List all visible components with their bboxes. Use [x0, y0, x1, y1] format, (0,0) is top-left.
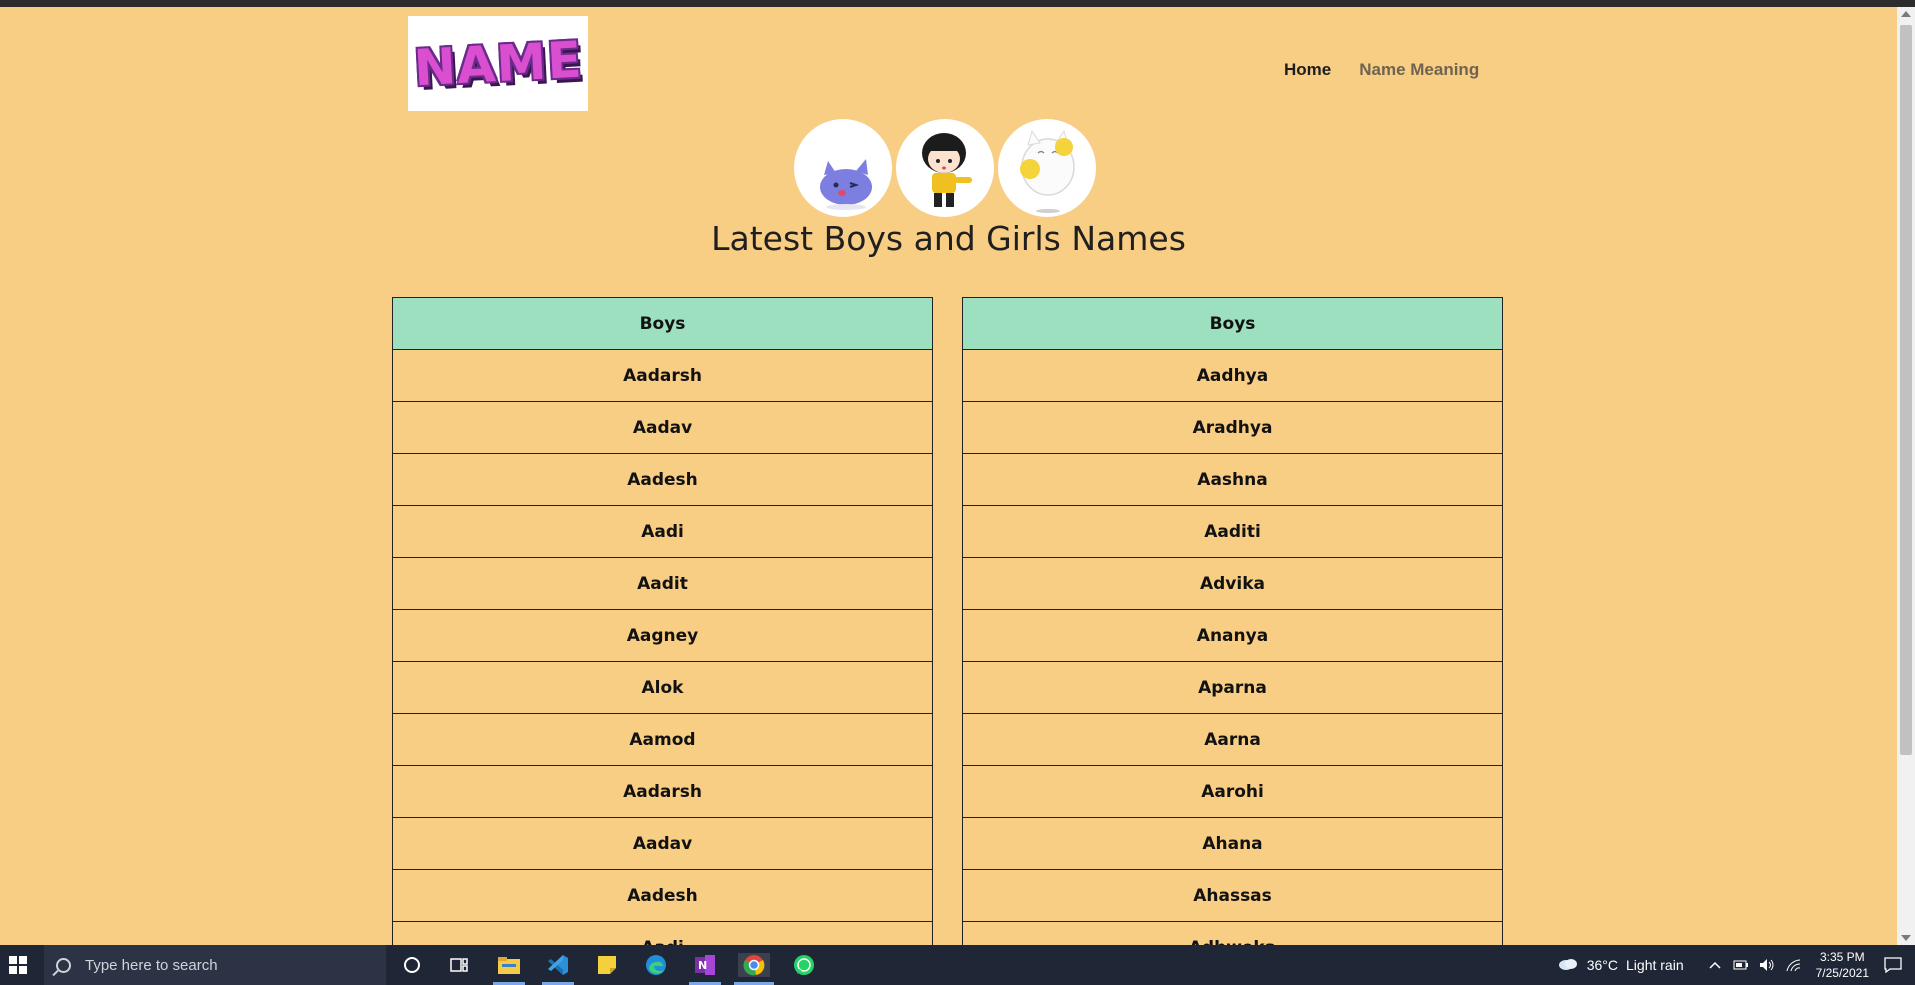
table-row: Advika: [962, 557, 1503, 610]
blue-cat-avatar: [794, 119, 892, 217]
table-row: Ananya: [962, 609, 1503, 662]
name-cell: Advika: [962, 557, 1503, 610]
name-cell: Aadi: [392, 505, 933, 558]
name-cell: Adhweka: [962, 921, 1503, 945]
onenote-icon[interactable]: N: [689, 953, 721, 985]
edge-icon[interactable]: [644, 953, 668, 977]
table-row: Aashna: [962, 453, 1503, 506]
nav-home-link[interactable]: Home: [1270, 52, 1345, 88]
windows-start-icon[interactable]: [0, 945, 36, 985]
name-cell: Aadesh: [392, 869, 933, 922]
table-row: Aadav: [392, 401, 933, 454]
clock-date: 7/25/2021: [1815, 966, 1869, 980]
name-cell: Aarna: [962, 713, 1503, 766]
table-row: Aradhya: [962, 401, 1503, 454]
page-title: Latest Boys and Girls Names: [711, 219, 1186, 258]
vscode-icon[interactable]: [542, 953, 574, 985]
table-row: Aadesh: [392, 453, 933, 506]
boys-names-table: Boys Aadarsh Aadav Aadesh Aadi Aadit Aag…: [392, 297, 933, 945]
name-cell: Aadarsh: [392, 349, 933, 402]
battery-icon[interactable]: [1733, 957, 1749, 973]
notification-center-icon[interactable]: [1883, 955, 1903, 975]
windows-taskbar: Type here to search N 36°C Light rain 3:…: [0, 945, 1915, 985]
name-cell: Ahana: [962, 817, 1503, 870]
name-cell: Aamod: [392, 713, 933, 766]
name-cell: Aadit: [392, 557, 933, 610]
svg-text:N: N: [698, 959, 707, 972]
name-cell: Aadav: [392, 401, 933, 454]
file-explorer-icon[interactable]: [493, 953, 525, 985]
table-row: Ahassas: [962, 869, 1503, 922]
weather-temperature: 36°C: [1586, 957, 1619, 973]
name-cell: Aadhya: [962, 349, 1503, 402]
table-header: Boys: [962, 297, 1503, 350]
wifi-icon[interactable]: [1785, 957, 1801, 973]
whatsapp-icon[interactable]: [792, 953, 816, 977]
name-cell: Aadi: [392, 921, 933, 945]
white-cat-avatar: [998, 119, 1096, 217]
table-row: Aadesh: [392, 869, 933, 922]
page-viewport: NAME Home Name Meaning Latest Boys and G…: [0, 7, 1897, 945]
table-row: Aadi: [392, 921, 933, 945]
nav-name-meaning-link[interactable]: Name Meaning: [1345, 52, 1493, 88]
girl-avatar: [896, 119, 994, 217]
task-view-icon[interactable]: [447, 953, 471, 977]
table-row: Aamod: [392, 713, 933, 766]
scrollbar-thumb[interactable]: [1900, 25, 1912, 755]
name-cell: Aashna: [962, 453, 1503, 506]
table-row: Aadarsh: [392, 765, 933, 818]
table-row: Aadarsh: [392, 349, 933, 402]
taskbar-search-box[interactable]: Type here to search: [44, 945, 386, 985]
girls-names-table: Boys Aadhya Aradhya Aashna Aaditi Advika…: [962, 297, 1503, 945]
table-row: Aparna: [962, 661, 1503, 714]
table-row: Aadhya: [962, 349, 1503, 402]
taskbar-clock[interactable]: 3:35 PM 7/25/2021: [1816, 949, 1869, 981]
name-cell: Aradhya: [962, 401, 1503, 454]
table-row: Aarna: [962, 713, 1503, 766]
name-cell: Ananya: [962, 609, 1503, 662]
weather-widget[interactable]: 36°C Light rain: [1557, 956, 1684, 975]
name-cell: Aparna: [962, 661, 1503, 714]
browser-top-edge: [0, 0, 1915, 7]
name-cell: Aagney: [392, 609, 933, 662]
name-cell: Alok: [392, 661, 933, 714]
table-row: Aadit: [392, 557, 933, 610]
table-row: Alok: [392, 661, 933, 714]
system-tray: 36°C Light rain 3:35 PM 7/25/2021: [1557, 945, 1915, 985]
name-cell: Aarohi: [962, 765, 1503, 818]
name-cell: Ahassas: [962, 869, 1503, 922]
table-row: Aaditi: [962, 505, 1503, 558]
site-logo[interactable]: NAME: [408, 16, 588, 111]
table-row: Aarohi: [962, 765, 1503, 818]
table-row: Aadi: [392, 505, 933, 558]
volume-icon[interactable]: [1759, 957, 1775, 973]
chevron-up-icon[interactable]: [1707, 957, 1723, 973]
name-cell: Aadarsh: [392, 765, 933, 818]
avatar-row: [794, 119, 1096, 217]
name-cell: Aadav: [392, 817, 933, 870]
name-cell: Aaditi: [962, 505, 1503, 558]
taskbar-search-placeholder: Type here to search: [85, 956, 218, 974]
table-header: Boys: [392, 297, 933, 350]
name-cell: Aadesh: [392, 453, 933, 506]
scroll-up-icon[interactable]: [1901, 11, 1911, 17]
search-icon: [56, 957, 71, 973]
table-row: Aagney: [392, 609, 933, 662]
sticky-notes-icon[interactable]: [595, 953, 619, 977]
table-row: Adhweka: [962, 921, 1503, 945]
cortana-icon[interactable]: [400, 953, 424, 977]
scroll-down-icon[interactable]: [1901, 935, 1911, 941]
logo-text: NAME: [412, 30, 584, 97]
main-nav: Home Name Meaning: [1270, 52, 1493, 88]
cloud-rain-icon: [1557, 956, 1579, 975]
table-row: Aadav: [392, 817, 933, 870]
weather-condition: Light rain: [1626, 957, 1684, 973]
clock-time: 3:35 PM: [1819, 950, 1865, 964]
table-row: Ahana: [962, 817, 1503, 870]
chrome-icon[interactable]: [734, 953, 774, 985]
vertical-scrollbar[interactable]: [1897, 7, 1915, 945]
